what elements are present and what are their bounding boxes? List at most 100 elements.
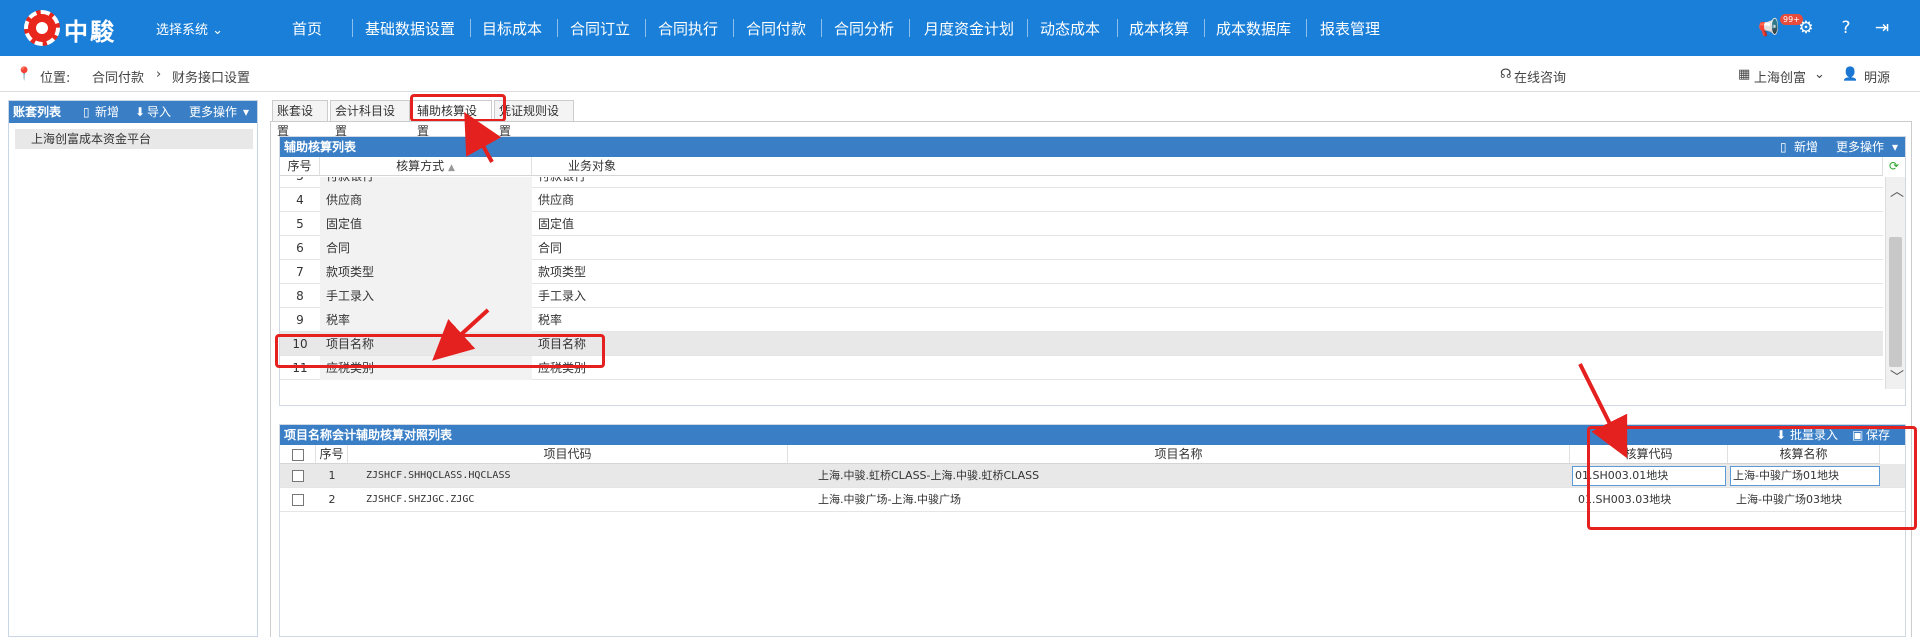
help-icon[interactable]: ?	[1836, 18, 1856, 38]
logo-gear-icon	[24, 10, 60, 46]
nav-basic-data[interactable]: 基础数据设置	[365, 18, 455, 39]
add-button[interactable]: 新增	[1794, 137, 1818, 157]
cell-project-name: 上海.中骏广场-上海.中骏广场	[818, 493, 961, 506]
nav-target-cost[interactable]: 目标成本	[482, 18, 542, 39]
account-set-title: 账套列表	[13, 105, 62, 119]
location-pin-icon: 📍	[16, 67, 33, 82]
cell-no: 9	[296, 313, 304, 327]
company-logo[interactable]: 中駿	[24, 8, 144, 48]
cell-no: 1	[328, 469, 336, 482]
col-header-no[interactable]: 序号	[316, 445, 348, 464]
top-navbar: 中駿 选择系统 ⌄ 首页 基础数据设置 目标成本 合同订立 合同执行 合同付款 …	[0, 0, 1920, 56]
cell-no: 8	[296, 289, 304, 303]
cell-method: 手工录入	[320, 284, 532, 308]
highlight-box	[1587, 426, 1917, 530]
caret-down-icon[interactable]: ▾	[243, 101, 249, 123]
table-row[interactable]: 8 手工录入 手工录入	[280, 284, 1883, 308]
highlight-box	[410, 94, 506, 122]
nav-contract-payment[interactable]: 合同付款	[746, 18, 806, 39]
table-row[interactable]: 9 税率 税率	[280, 308, 1883, 332]
col-header-no[interactable]: 序号	[280, 157, 320, 176]
vertical-scrollbar[interactable]: ︿ ﹀	[1885, 177, 1905, 389]
col-header-method[interactable]: 核算方式 ▲	[320, 157, 532, 176]
import-button[interactable]: 导入	[147, 101, 171, 123]
grid-title: 辅助核算列表	[284, 140, 357, 154]
cell-no: 7	[296, 265, 304, 279]
import-icon[interactable]: ⬇	[135, 101, 145, 123]
tab-account-set[interactable]: 账套设置	[272, 100, 328, 138]
user-name[interactable]: 明源	[1864, 67, 1890, 86]
cell-no: 6	[296, 241, 304, 255]
cell-object: 付款银行	[532, 177, 586, 188]
cell-object: 固定值	[538, 217, 575, 231]
chevron-up-icon[interactable]: ︿	[1890, 181, 1904, 201]
col-header-project-code[interactable]: 项目代码	[348, 445, 788, 464]
more-actions-button[interactable]: 更多操作	[1836, 137, 1884, 157]
col-header-object[interactable]: 业务对象	[532, 157, 1883, 176]
more-actions-button[interactable]: 更多操作	[189, 101, 237, 123]
table-row[interactable]: 6 合同 合同	[280, 236, 1883, 260]
breadcrumb-label: 位置:	[40, 71, 71, 86]
nav-contract-sign[interactable]: 合同订立	[570, 18, 630, 39]
col-header-project-name[interactable]: 项目名称	[788, 445, 1570, 464]
account-set-item[interactable]: 上海创富成本资金平台	[15, 129, 253, 149]
row-checkbox[interactable]	[292, 470, 304, 482]
cell-no: 2	[328, 493, 336, 506]
cell-no: 3	[280, 177, 320, 188]
chevron-down-icon[interactable]: ⌄	[1814, 67, 1825, 82]
scrollbar-thumb[interactable]	[1889, 237, 1902, 367]
org-icon: ▦	[1738, 67, 1751, 82]
tab-voucher-rules[interactable]: 凭证规则设置	[494, 100, 574, 138]
nav-dynamic-cost[interactable]: 动态成本	[1040, 18, 1100, 39]
refresh-icon[interactable]: ⟳	[1883, 157, 1905, 176]
cell-project-code: ZJSHCF.SHHQCLASS.HQCLASS	[366, 470, 511, 481]
nav-divider	[1117, 19, 1118, 37]
table-row[interactable]: 5 固定值 固定值	[280, 212, 1883, 236]
cell-object: 款项类型	[538, 265, 587, 279]
nav-divider	[645, 19, 646, 37]
breadcrumb-item[interactable]: 合同付款	[92, 67, 144, 86]
megaphone-icon[interactable]: 📢	[1758, 18, 1779, 38]
breadcrumb-current: 财务接口设置	[172, 71, 251, 86]
nav-divider	[1204, 19, 1205, 37]
system-select-label: 选择系统	[156, 23, 209, 38]
select-all-checkbox[interactable]	[292, 449, 304, 461]
nav-cost-accounting[interactable]: 成本核算	[1129, 18, 1189, 39]
online-consult-link[interactable]: 在线咨询	[1514, 67, 1566, 86]
logo-text: 中駿	[64, 18, 116, 46]
nav-divider	[352, 19, 353, 37]
nav-reports[interactable]: 报表管理	[1320, 18, 1380, 39]
breadcrumb-separator-icon: ›	[156, 67, 162, 82]
nav-cost-database[interactable]: 成本数据库	[1216, 18, 1291, 39]
user-icon: 👤	[1842, 67, 1859, 82]
sort-up-icon: ▲	[447, 163, 455, 173]
table-row[interactable]: 4 供应商 供应商	[280, 188, 1883, 212]
row-checkbox[interactable]	[292, 494, 304, 506]
table-row[interactable]: 7 款项类型 款项类型	[280, 260, 1883, 284]
cell-no: 5	[296, 217, 304, 231]
gear-icon[interactable]: ⚙	[1796, 18, 1816, 38]
col-header-select	[280, 445, 316, 464]
nav-divider	[557, 19, 558, 37]
cell-no: 4	[296, 193, 304, 207]
logout-icon[interactable]: ⇥	[1872, 18, 1892, 38]
add-doc-icon[interactable]: ▯	[1780, 137, 1787, 157]
breadcrumb-bar: 📍 位置: 合同付款 › 财务接口设置 ☊ 在线咨询 ▦ 上海创富 ⌄ 👤 明源	[0, 56, 1920, 92]
nav-divider	[821, 19, 822, 37]
caret-down-icon[interactable]: ▾	[1892, 137, 1898, 157]
add-doc-icon[interactable]: ▯	[83, 101, 90, 123]
nav-monthly-fund[interactable]: 月度资金计划	[924, 18, 1014, 39]
grid-title: 项目名称会计辅助核算对照列表	[284, 428, 453, 442]
tab-account-subject[interactable]: 会计科目设置	[330, 100, 410, 138]
table-row[interactable]: 3付款银行付款银行	[280, 177, 1883, 188]
nav-contract-analysis[interactable]: 合同分析	[834, 18, 894, 39]
nav-contract-exec[interactable]: 合同执行	[658, 18, 718, 39]
system-select[interactable]: 选择系统 ⌄	[156, 19, 223, 38]
cell-object: 手工录入	[538, 289, 587, 303]
cell-method: 供应商	[320, 188, 532, 212]
org-select[interactable]: 上海创富	[1754, 67, 1806, 86]
nav-home[interactable]: 首页	[292, 18, 322, 39]
add-button[interactable]: 新增	[95, 101, 119, 123]
chevron-down-icon[interactable]: ﹀	[1890, 367, 1904, 387]
chevron-down-icon: ⌄	[212, 23, 224, 38]
